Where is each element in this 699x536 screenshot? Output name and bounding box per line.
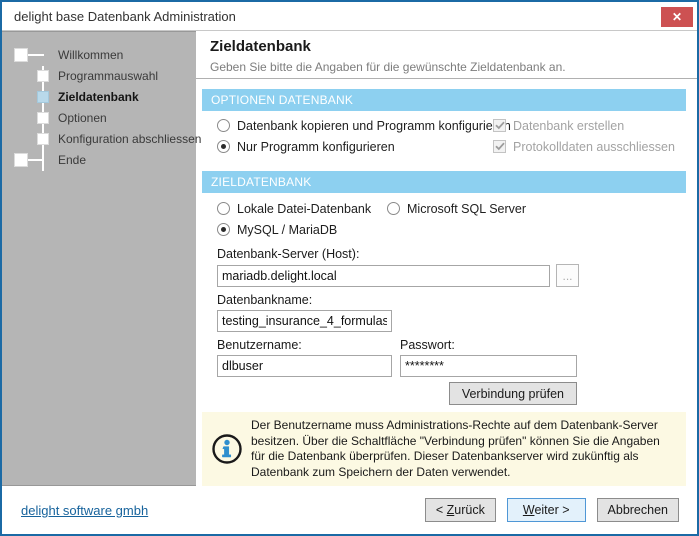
window-title: delight base Datenbank Administration bbox=[2, 9, 236, 24]
radio-datenbank-kopieren[interactable] bbox=[217, 119, 230, 132]
main-panel: Zieldatenbank Geben Sie bitte die Angabe… bbox=[196, 31, 697, 486]
step-label: Konfiguration abschliessen bbox=[58, 132, 201, 146]
step-ende: Ende bbox=[2, 149, 196, 170]
dbname-label: Datenbankname: bbox=[217, 293, 686, 307]
back-button[interactable]: < Zurück bbox=[425, 498, 496, 522]
page-header: Zieldatenbank Geben Sie bitte die Angabe… bbox=[196, 31, 697, 79]
password-input[interactable] bbox=[400, 355, 577, 377]
step-marker bbox=[37, 70, 49, 82]
radio-row-mssql: Microsoft SQL Server bbox=[387, 198, 526, 219]
radio-label: Datenbank kopieren und Programm konfigur… bbox=[237, 119, 511, 133]
check-icon bbox=[495, 142, 505, 151]
title-bar: delight base Datenbank Administration ✕ bbox=[2, 2, 697, 31]
checkbox-label: Datenbank erstellen bbox=[513, 119, 624, 133]
footer-bar: delight software gmbh < Zurück Weiter > … bbox=[2, 486, 697, 534]
info-icon bbox=[211, 433, 243, 465]
dbname-input[interactable] bbox=[217, 310, 392, 332]
step-programmauswahl: Programmauswahl bbox=[2, 65, 196, 86]
step-label: Optionen bbox=[58, 111, 107, 125]
info-box: Der Benutzername muss Administrations-Re… bbox=[202, 412, 686, 486]
wizard-steps-sidebar: Willkommen Programmauswahl Zieldatenbank… bbox=[2, 31, 196, 486]
radio-row-nur-programm: Nur Programm konfigurieren bbox=[217, 136, 493, 157]
check-icon bbox=[495, 121, 505, 130]
host-input[interactable] bbox=[217, 265, 550, 287]
radio-label: MySQL / MariaDB bbox=[237, 223, 337, 237]
host-label: Datenbank-Server (Host): bbox=[217, 247, 686, 261]
step-marker bbox=[14, 153, 28, 167]
check-connection-button[interactable]: Verbindung prüfen bbox=[449, 382, 577, 405]
section-header-zieldatenbank: ZIELDATENBANK bbox=[202, 171, 686, 193]
username-label: Benutzername: bbox=[217, 338, 400, 352]
step-label: Ende bbox=[58, 153, 86, 167]
radio-nur-programm-konfigurieren[interactable] bbox=[217, 140, 230, 153]
info-text: Der Benutzername muss Administrations-Re… bbox=[251, 418, 676, 480]
checkbox-row-protokolldaten: Protokolldaten ausschliessen bbox=[493, 136, 675, 157]
step-marker bbox=[37, 91, 49, 103]
close-button[interactable]: ✕ bbox=[661, 7, 693, 27]
step-optionen: Optionen bbox=[2, 107, 196, 128]
radio-mysql-mariadb[interactable] bbox=[217, 223, 230, 236]
radio-label: Lokale Datei-Datenbank bbox=[237, 202, 371, 216]
step-marker bbox=[14, 48, 28, 62]
checkbox-row-datenbank-erstellen: Datenbank erstellen bbox=[493, 115, 675, 136]
checkbox-datenbank-erstellen bbox=[493, 119, 506, 132]
step-label: Programmauswahl bbox=[58, 69, 158, 83]
vendor-link[interactable]: delight software gmbh bbox=[21, 503, 148, 518]
page-title: Zieldatenbank bbox=[210, 38, 683, 55]
username-input[interactable] bbox=[217, 355, 392, 377]
step-konfiguration-abschliessen: Konfiguration abschliessen bbox=[2, 128, 196, 149]
radio-label: Nur Programm konfigurieren bbox=[237, 140, 395, 154]
browse-button[interactable]: ... bbox=[556, 264, 579, 287]
radio-row-lokale-datei: Lokale Datei-Datenbank bbox=[217, 198, 387, 219]
checkbox-label: Protokolldaten ausschliessen bbox=[513, 140, 675, 154]
password-label: Passwort: bbox=[400, 338, 577, 352]
radio-microsoft-sql-server[interactable] bbox=[387, 202, 400, 215]
wizard-dialog: delight base Datenbank Administration ✕ … bbox=[0, 0, 699, 536]
step-marker bbox=[37, 112, 49, 124]
step-marker bbox=[37, 133, 49, 145]
radio-label: Microsoft SQL Server bbox=[407, 202, 526, 216]
step-zieldatenbank: Zieldatenbank bbox=[2, 86, 196, 107]
page-subtitle: Geben Sie bitte die Angaben für die gewü… bbox=[210, 60, 683, 74]
step-label: Zieldatenbank bbox=[58, 90, 139, 104]
step-label: Willkommen bbox=[58, 48, 123, 62]
close-icon: ✕ bbox=[672, 10, 682, 24]
cancel-button[interactable]: Abbrechen bbox=[597, 498, 679, 522]
radio-row-mysql: MySQL / MariaDB bbox=[217, 219, 686, 240]
checkbox-protokolldaten-ausschliessen bbox=[493, 140, 506, 153]
section-header-optionen-datenbank: OPTIONEN DATENBANK bbox=[202, 89, 686, 111]
next-button[interactable]: Weiter > bbox=[507, 498, 586, 522]
step-willkommen: Willkommen bbox=[2, 44, 196, 65]
radio-row-datenbank-kopieren: Datenbank kopieren und Programm konfigur… bbox=[217, 115, 493, 136]
radio-lokale-datei-datenbank[interactable] bbox=[217, 202, 230, 215]
